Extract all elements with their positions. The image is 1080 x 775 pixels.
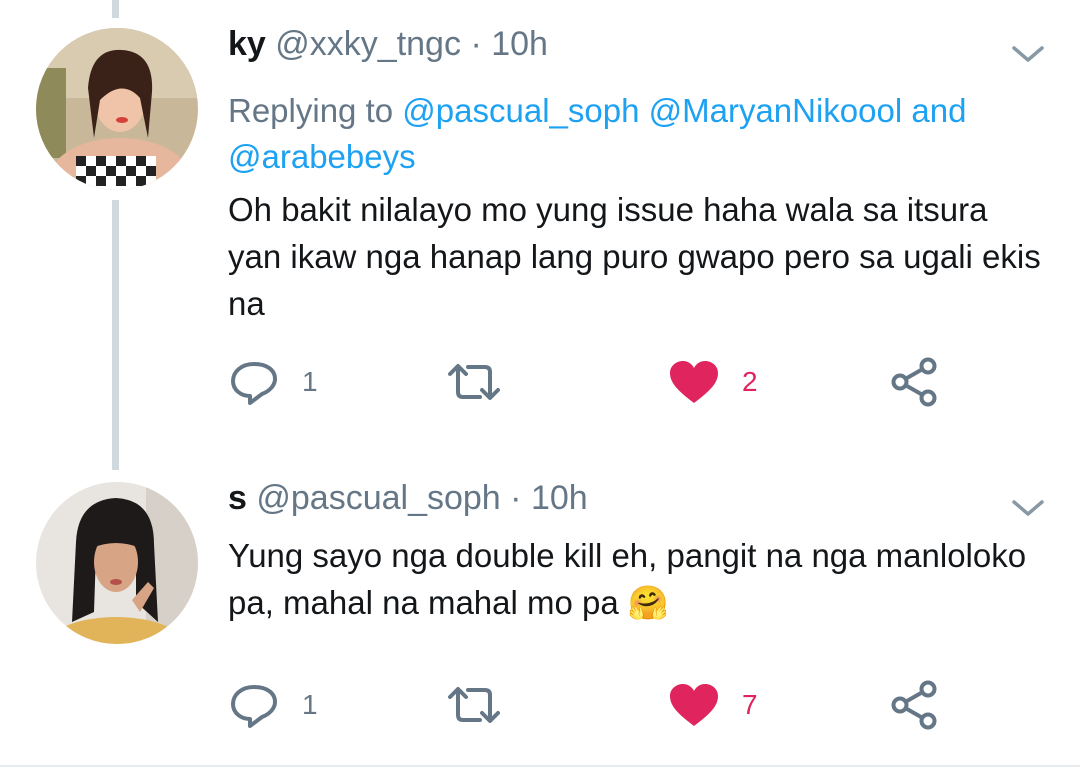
replying-to-label: Replying to: [228, 92, 394, 129]
reply-icon: [231, 685, 277, 728]
tweet-actions: 1 7: [228, 675, 988, 735]
avatar[interactable]: [36, 28, 198, 190]
mention-link[interactable]: @arabebeys: [228, 138, 416, 175]
tweet-header: s @pascual_soph · 10h: [228, 478, 588, 518]
tweet-header: ky @xxky_tngc · 10h: [228, 24, 548, 64]
user-handle[interactable]: @pascual_soph: [256, 479, 500, 517]
reply-button[interactable]: 1: [228, 675, 318, 735]
mention-link[interactable]: @pascual_soph: [402, 92, 639, 129]
chevron-down-icon[interactable]: [1010, 42, 1046, 66]
retweet-button[interactable]: [446, 675, 524, 735]
timestamp[interactable]: 10h: [491, 25, 548, 63]
share-icon: [891, 357, 937, 407]
tweet-actions: 1 2: [228, 352, 988, 412]
timestamp[interactable]: 10h: [531, 479, 588, 517]
reply-count: 1: [302, 689, 318, 720]
display-name[interactable]: s: [228, 479, 247, 517]
share-icon: [891, 680, 937, 730]
tweet-text: Yung sayo nga double kill eh, pangit na …: [228, 532, 1048, 626]
like-count: 2: [742, 366, 758, 397]
user-handle[interactable]: @xxky_tngc: [275, 25, 461, 63]
retweet-button[interactable]: [446, 352, 524, 412]
display-name[interactable]: ky: [228, 25, 266, 63]
tweet[interactable]: ky @xxky_tngc · 10h Replying to @pascual…: [0, 0, 1080, 470]
avatar[interactable]: [36, 482, 198, 644]
retweet-icon: [448, 364, 500, 400]
tweet[interactable]: s @pascual_soph · 10h Yung sayo nga doub…: [0, 470, 1080, 770]
heart-icon: [670, 684, 718, 726]
tweet-text: Oh bakit nilalayo mo yung issue haha wal…: [228, 191, 1041, 322]
heart-icon: [670, 361, 718, 403]
mention-and[interactable]: and: [911, 92, 966, 129]
retweet-icon: [448, 687, 500, 723]
like-button[interactable]: 7: [668, 675, 758, 735]
chevron-down-icon[interactable]: [1010, 496, 1046, 520]
like-button[interactable]: 2: [668, 352, 758, 412]
mention-link[interactable]: @MaryanNikoool: [649, 92, 903, 129]
separator: ·: [470, 25, 482, 63]
share-button[interactable]: [888, 352, 940, 412]
reply-count: 1: [302, 366, 318, 397]
hugging-face-emoji: 🤗: [627, 584, 669, 621]
separator: ·: [510, 479, 522, 517]
like-count: 7: [742, 689, 758, 720]
reply-button[interactable]: 1: [228, 352, 318, 412]
replying-to: Replying to @pascual_soph @MaryanNikoool…: [228, 88, 1048, 180]
divider: [0, 765, 1080, 767]
share-button[interactable]: [888, 675, 940, 735]
reply-icon: [231, 362, 277, 405]
